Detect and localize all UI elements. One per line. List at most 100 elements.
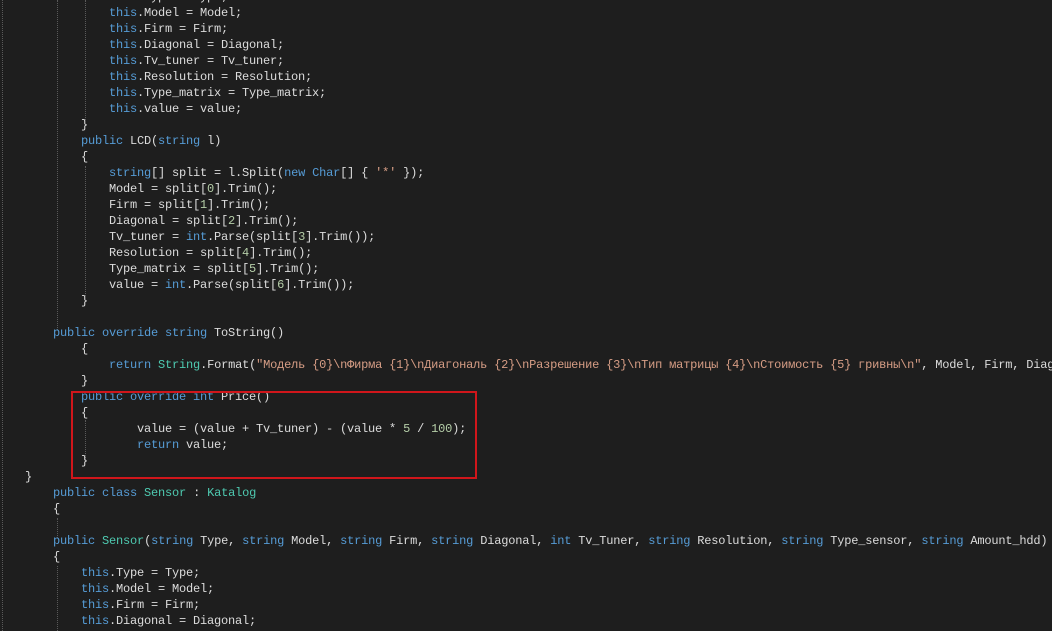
code-token: { [25,550,61,564]
indent-guide [2,0,3,631]
code-token: .Type = Type; [109,566,201,580]
code-token: public [81,134,124,148]
code-token: int [165,278,187,292]
code-line[interactable]: { [25,549,1052,565]
code-token: "Модель {0}\nФирма {1}\nДиагональ {2}\nР… [256,358,922,372]
code-line[interactable]: this.Diagonal = Diagonal; [25,37,1052,53]
code-token: this [81,598,110,612]
code-token: .Parse(split[ [207,230,299,244]
code-token: this [109,0,137,4]
code-token: ].Trim(); [256,262,320,276]
code-line[interactable]: { [25,149,1052,165]
code-line[interactable]: value = int.Parse(split[6].Trim()); [25,277,1052,293]
code-line[interactable]: public override string ToString() [25,325,1052,341]
code-editor[interactable]: this.Type = Type; this.Model = Model; th… [0,0,1052,631]
code-token: Sensor [144,486,187,500]
code-line[interactable]: Tv_tuner = int.Parse(split[3].Trim()); [25,229,1052,245]
highlight-box-price-method [71,391,477,479]
code-line[interactable] [25,517,1052,533]
code-line[interactable]: Type_matrix = split[5].Trim(); [25,261,1052,277]
code-token: new [284,166,306,180]
code-line[interactable]: public class Sensor : Katalog [25,485,1052,501]
code-line[interactable]: this.Model = Model; [25,5,1052,21]
code-token: Type_sensor, [823,534,922,548]
code-token: string [109,166,152,180]
code-token: string [648,534,691,548]
code-line[interactable]: public Sensor(string Type, string Model,… [25,533,1052,549]
code-token: Type_matrix = split[ [25,262,250,276]
code-token: .Diagonal = Diagonal; [109,614,257,628]
code-line[interactable]: Diagonal = split[2].Trim(); [25,213,1052,229]
code-token: 1 [200,198,208,212]
code-line[interactable]: { [25,501,1052,517]
code-token: Diagonal = split[ [25,214,229,228]
code-line[interactable]: } [25,373,1052,389]
code-token: this [109,102,138,116]
code-line[interactable]: Model = split[0].Trim(); [25,181,1052,197]
code-lines[interactable]: this.Type = Type; this.Model = Model; th… [25,0,1052,629]
code-line[interactable]: this.Firm = Firm; [25,21,1052,37]
code-line[interactable]: this.Model = Model; [25,581,1052,597]
code-token: { [25,342,89,356]
code-token: .value = value; [137,102,243,116]
code-token: int [550,534,572,548]
code-token: .Tv_tuner = Tv_tuner; [137,54,285,68]
code-line[interactable]: this.Type_matrix = Type_matrix; [25,85,1052,101]
code-token: Type, [193,534,243,548]
code-line[interactable]: this.Firm = Firm; [25,597,1052,613]
code-line[interactable] [25,309,1052,325]
code-token: .Firm = Firm; [109,598,201,612]
code-token: .Format( [200,358,257,372]
code-token: this [109,86,138,100]
code-token: return [109,358,152,372]
code-token: Tv_tuner = [25,230,187,244]
code-token: Katalog [207,486,257,500]
code-line[interactable]: public LCD(string l) [25,133,1052,149]
code-token: l) [200,134,222,148]
code-token: Resolution, [690,534,782,548]
code-token: } [25,374,89,388]
code-token: Tv_Tuner, [571,534,649,548]
code-line[interactable]: this.Diagonal = Diagonal; [25,613,1052,629]
code-line[interactable]: this.Resolution = Resolution; [25,69,1052,85]
code-line[interactable]: Firm = split[1].Trim(); [25,197,1052,213]
code-token: string [781,534,824,548]
code-line[interactable]: this.Type = Type; [25,565,1052,581]
code-token: String [158,358,201,372]
code-line[interactable]: } [25,117,1052,133]
code-line[interactable]: return String.Format("Модель {0}\nФирма … [25,357,1052,373]
code-line[interactable]: Resolution = split[4].Trim(); [25,245,1052,261]
code-token: } [25,294,89,308]
code-token: ].Trim()); [305,230,376,244]
code-token: Model = split[ [25,182,208,196]
code-token: ].Trim(); [235,214,299,228]
code-token: Firm = split[ [25,198,201,212]
code-token: this [81,614,110,628]
code-line[interactable]: { [25,341,1052,357]
code-token: , Model, Firm, Diagonal [921,358,1052,372]
code-token: [] { [340,166,376,180]
code-token: [] split = l.Split( [151,166,285,180]
code-token: this [109,38,138,52]
code-token: string [151,534,194,548]
code-token: string [431,534,474,548]
code-line[interactable]: this.Tv_tuner = Tv_tuner; [25,53,1052,69]
code-token: int [186,230,208,244]
code-token: .Type = Type; [137,0,228,4]
code-token: Resolution = split[ [25,246,243,260]
code-line[interactable]: string[] split = l.Split(new Char[] { '*… [25,165,1052,181]
code-token: this [109,22,138,36]
code-token: .Resolution = Resolution; [137,70,313,84]
code-line[interactable]: } [25,293,1052,309]
code-line[interactable]: this.value = value; [25,101,1052,117]
